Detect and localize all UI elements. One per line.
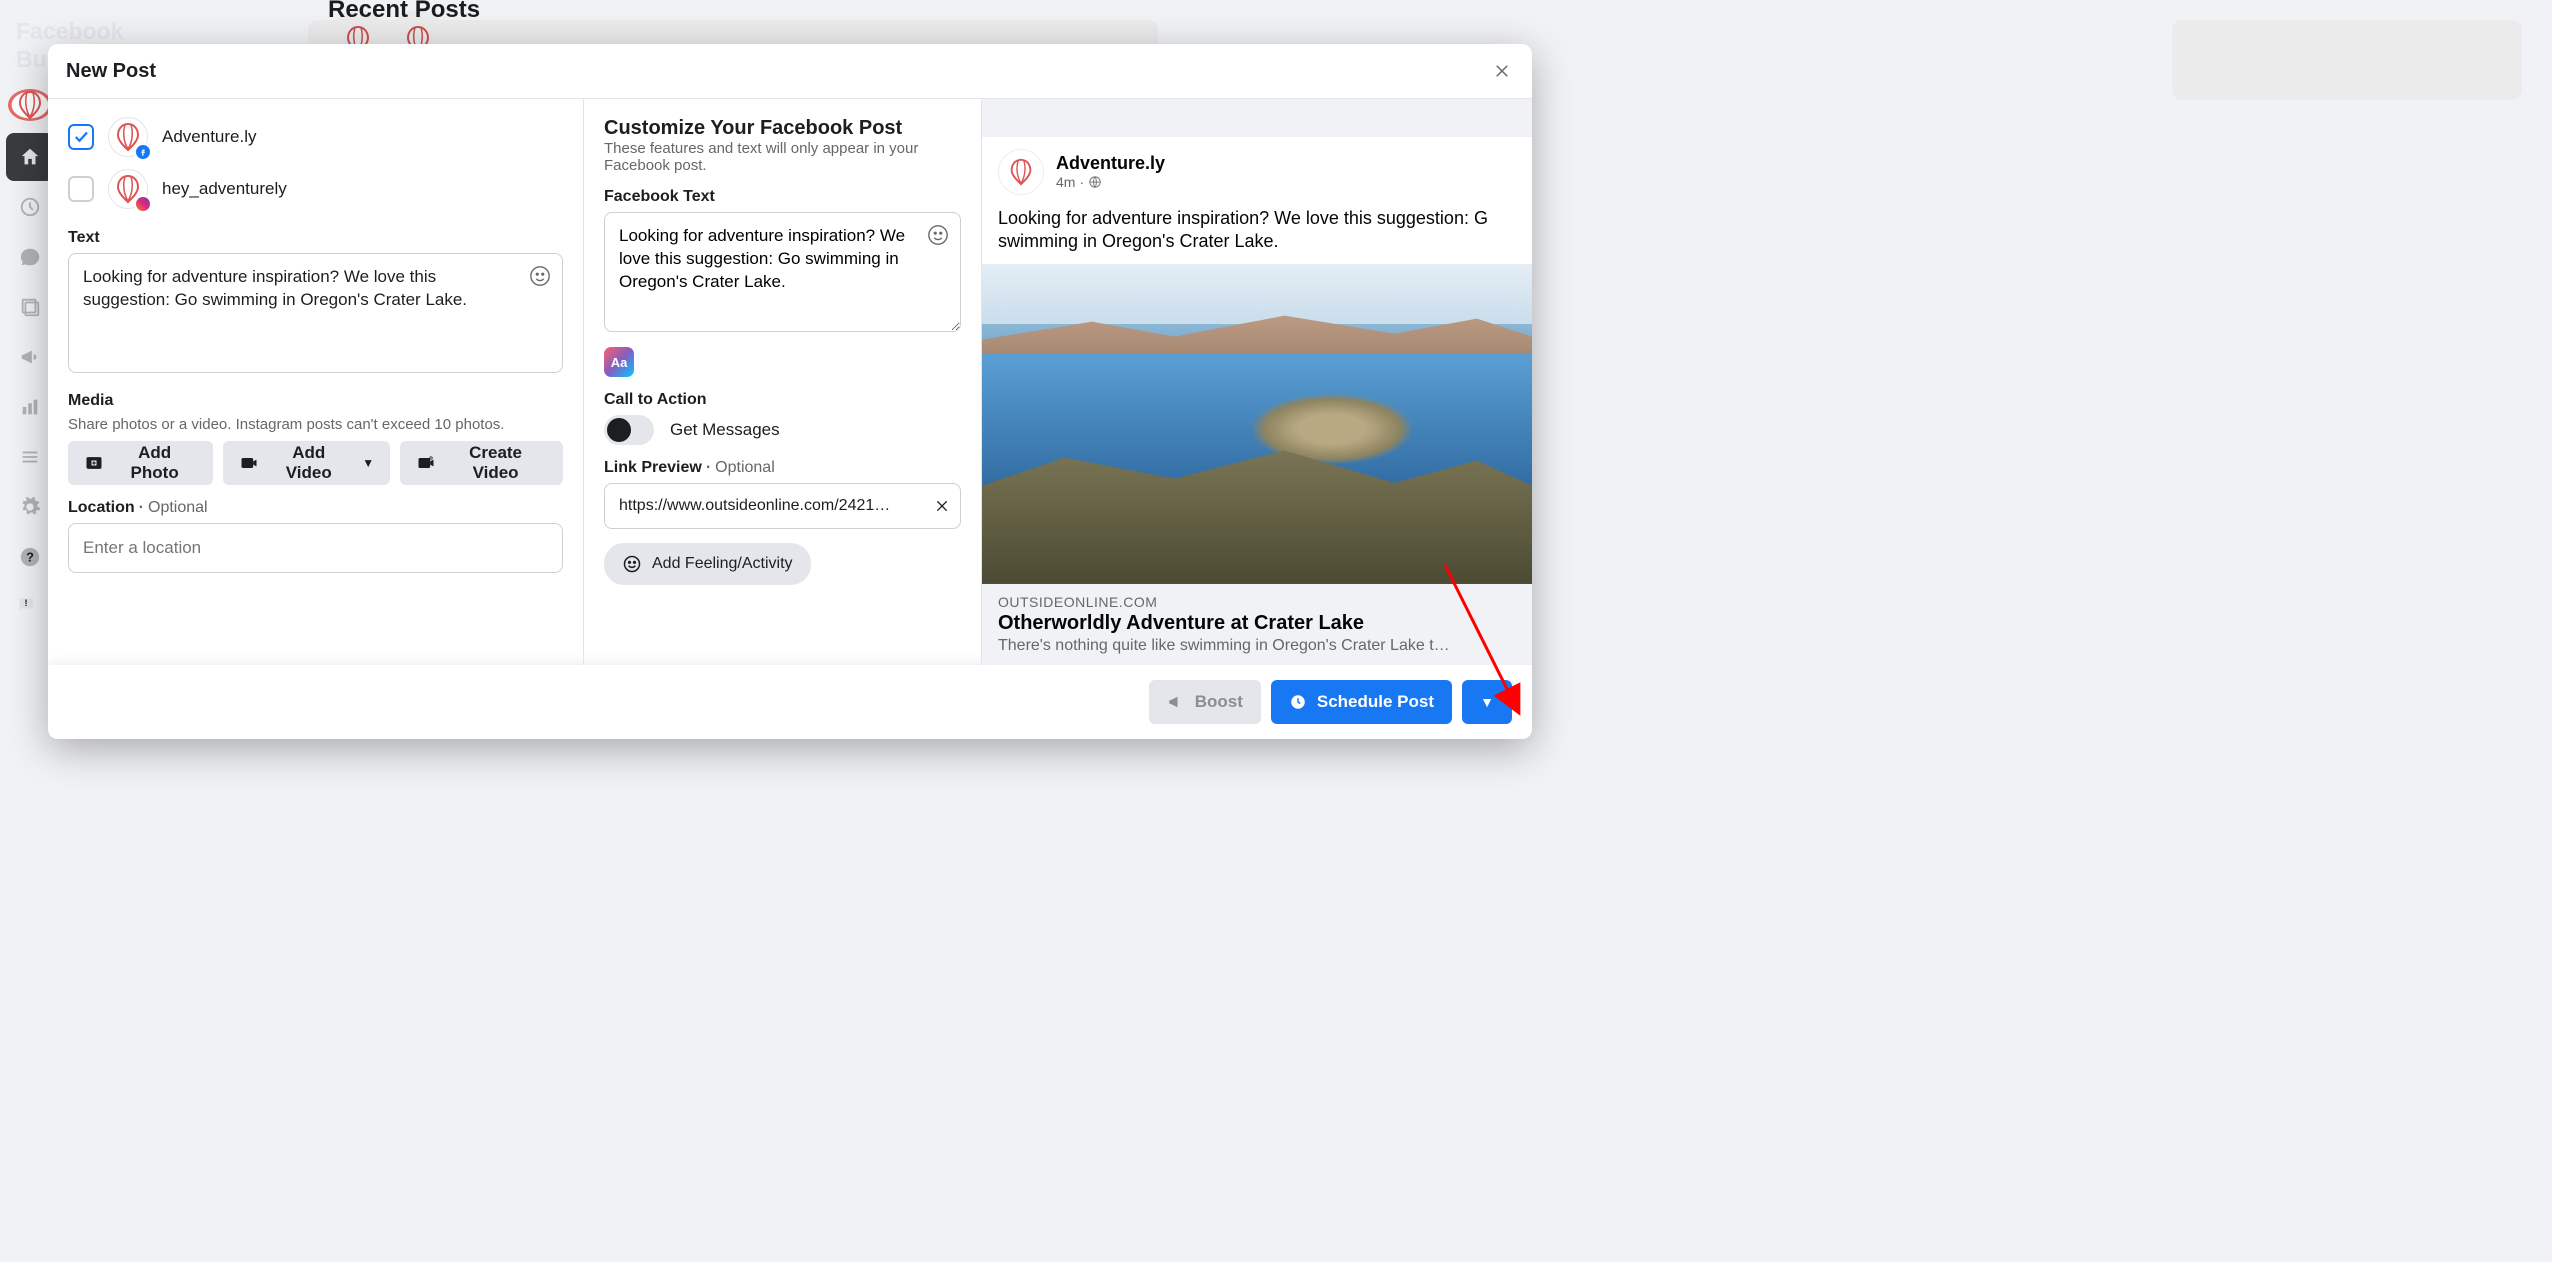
close-icon — [934, 498, 950, 514]
preview-age: 4m — [1056, 174, 1075, 190]
close-button[interactable] — [1490, 59, 1514, 83]
megaphone-icon[interactable] — [6, 333, 54, 381]
video-icon — [239, 453, 259, 473]
preview-body: Looking for adventure inspiration? We lo… — [982, 203, 1532, 264]
customize-subtitle: These features and text will only appear… — [604, 140, 961, 174]
svg-text:!: ! — [24, 598, 27, 608]
globe-icon — [1088, 175, 1102, 189]
facebook-badge-icon — [134, 143, 152, 161]
smiley-icon — [927, 224, 949, 246]
messages-icon[interactable] — [6, 233, 54, 281]
post-preview: Adventure.ly 4m · Looking for adventure … — [982, 99, 1532, 665]
account-option-instagram[interactable]: hey_adventurely — [68, 163, 563, 215]
create-video-label: Create Video — [444, 443, 547, 483]
add-video-button[interactable]: Add Video ▼ — [223, 441, 390, 485]
megaphone-icon — [1167, 693, 1185, 711]
recent-posts-heading: Recent Posts — [328, 0, 480, 24]
customize-title: Customize Your Facebook Post — [604, 117, 961, 140]
new-post-modal: New Post Adventure.ly — [48, 44, 1532, 739]
post-text-input[interactable] — [68, 253, 563, 373]
add-video-label: Add Video — [267, 443, 350, 483]
checkbox-unchecked[interactable] — [68, 176, 94, 202]
emoji-button[interactable] — [529, 265, 553, 289]
post-options-dropdown[interactable]: ▼ — [1462, 680, 1512, 724]
modal-title: New Post — [66, 60, 156, 83]
smiley-icon — [529, 265, 551, 287]
facebook-text-input[interactable] — [604, 212, 961, 332]
page-avatar[interactable] — [8, 89, 52, 121]
media-label: Media — [68, 392, 563, 410]
media-hint: Share photos or a video. Instagram posts… — [68, 416, 563, 433]
chevron-down-icon: ▼ — [1480, 694, 1494, 710]
posts-icon[interactable] — [6, 283, 54, 331]
instagram-badge-icon — [134, 195, 152, 213]
add-feeling-button[interactable]: Add Feeling/Activity — [604, 543, 811, 585]
preview-page-name: Adventure.ly — [1056, 153, 1165, 174]
clock-icon — [1289, 693, 1307, 711]
activity-icon[interactable] — [6, 183, 54, 231]
svg-text:?: ? — [26, 550, 34, 565]
settings-icon[interactable] — [6, 483, 54, 531]
add-photo-label: Add Photo — [112, 443, 197, 483]
checkbox-checked[interactable] — [68, 124, 94, 150]
close-icon — [1493, 62, 1511, 80]
cta-option-label: Get Messages — [670, 420, 780, 440]
preview-link-image — [982, 264, 1532, 584]
clear-link-button[interactable] — [932, 496, 952, 516]
insights-icon[interactable] — [6, 383, 54, 431]
feedback-icon: ! — [16, 595, 36, 615]
background-style-button[interactable]: Aa — [604, 347, 634, 377]
cta-toggle[interactable] — [604, 415, 654, 445]
account-name: hey_adventurely — [162, 179, 287, 199]
schedule-post-label: Schedule Post — [1317, 692, 1434, 712]
home-icon[interactable] — [6, 133, 54, 181]
link-preview-field[interactable]: https://www.outsideonline.com/2421… — [604, 483, 961, 529]
create-video-button[interactable]: Create Video — [400, 441, 563, 485]
location-input[interactable] — [68, 523, 563, 573]
help-icon[interactable]: ? — [6, 533, 54, 581]
smiley-icon — [622, 554, 642, 574]
add-feeling-label: Add Feeling/Activity — [652, 555, 793, 573]
chevron-down-icon: ▼ — [362, 456, 374, 470]
add-photo-button[interactable]: Add Photo — [68, 441, 213, 485]
emoji-button[interactable] — [927, 224, 951, 248]
text-label: Text — [68, 229, 563, 247]
boost-button[interactable]: Boost — [1149, 680, 1261, 724]
link-preview-label: Link Preview·Optional — [604, 459, 961, 477]
photo-icon — [84, 453, 104, 473]
check-icon — [72, 128, 90, 146]
cta-label: Call to Action — [604, 391, 961, 409]
preview-link-title: Otherworldly Adventure at Crater Lake — [998, 612, 1516, 635]
preview-avatar — [998, 149, 1044, 195]
boost-label: Boost — [1195, 692, 1243, 712]
location-label: Location·Optional — [68, 499, 563, 517]
fb-text-label: Facebook Text — [604, 188, 961, 206]
schedule-post-button[interactable]: Schedule Post — [1271, 680, 1452, 724]
menu-icon[interactable] — [6, 433, 54, 481]
create-video-icon — [416, 453, 436, 473]
preview-link-description: There's nothing quite like swimming in O… — [998, 637, 1516, 655]
link-url: https://www.outsideonline.com/2421… — [619, 497, 926, 515]
account-name: Adventure.ly — [162, 127, 257, 147]
preview-link-domain: OUTSIDEONLINE.COM — [998, 594, 1516, 610]
account-option-facebook[interactable]: Adventure.ly — [68, 111, 563, 163]
